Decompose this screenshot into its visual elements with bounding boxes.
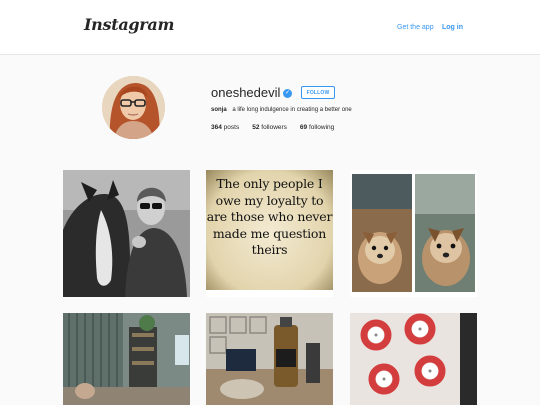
- following-count: 69: [299, 124, 308, 131]
- followers-stat[interactable]: 52 followers: [252, 124, 287, 131]
- profile-full-name: sonja: [211, 107, 227, 113]
- following-stat[interactable]: 69 following: [300, 124, 334, 131]
- quote-text: The only people I owe my loyalty to are …: [206, 176, 333, 257]
- verified-badge-icon: ✓: [283, 89, 292, 98]
- follow-button[interactable]: FOLLOW: [301, 86, 335, 99]
- post-thumbnail-red-circles[interactable]: [350, 313, 477, 405]
- post-thumbnail-horse-and-woman[interactable]: [63, 170, 190, 297]
- following-label: following: [308, 124, 335, 131]
- post-thumbnail-living-room[interactable]: [63, 313, 190, 405]
- profile-bio: sonja a life long indulgence in creating…: [211, 107, 352, 113]
- top-navigation-bar: Instagram Get the app Log in: [0, 0, 540, 55]
- followers-count: 52: [252, 124, 260, 131]
- log-in-link[interactable]: Log in: [442, 24, 463, 31]
- post-thumbnail-yorkies[interactable]: [350, 170, 477, 297]
- profile-stats: 364 posts 52 followers 69 following: [211, 124, 334, 131]
- profile-bio-text: a life long indulgence in creating a bet…: [232, 107, 352, 113]
- posts-stat: 364 posts: [211, 124, 239, 131]
- profile-username: oneshedevil: [211, 85, 281, 100]
- posts-count: 364: [211, 124, 222, 131]
- followers-label: followers: [261, 124, 287, 131]
- post-thumbnail-whiskey-table[interactable]: [206, 313, 333, 405]
- instagram-logo[interactable]: Instagram: [84, 15, 174, 34]
- post-thumbnail-quote[interactable]: The only people I owe my loyalty to are …: [206, 170, 333, 297]
- posts-label: posts: [223, 124, 240, 131]
- profile-avatar[interactable]: [102, 76, 165, 139]
- get-the-app-link[interactable]: Get the app: [397, 24, 434, 31]
